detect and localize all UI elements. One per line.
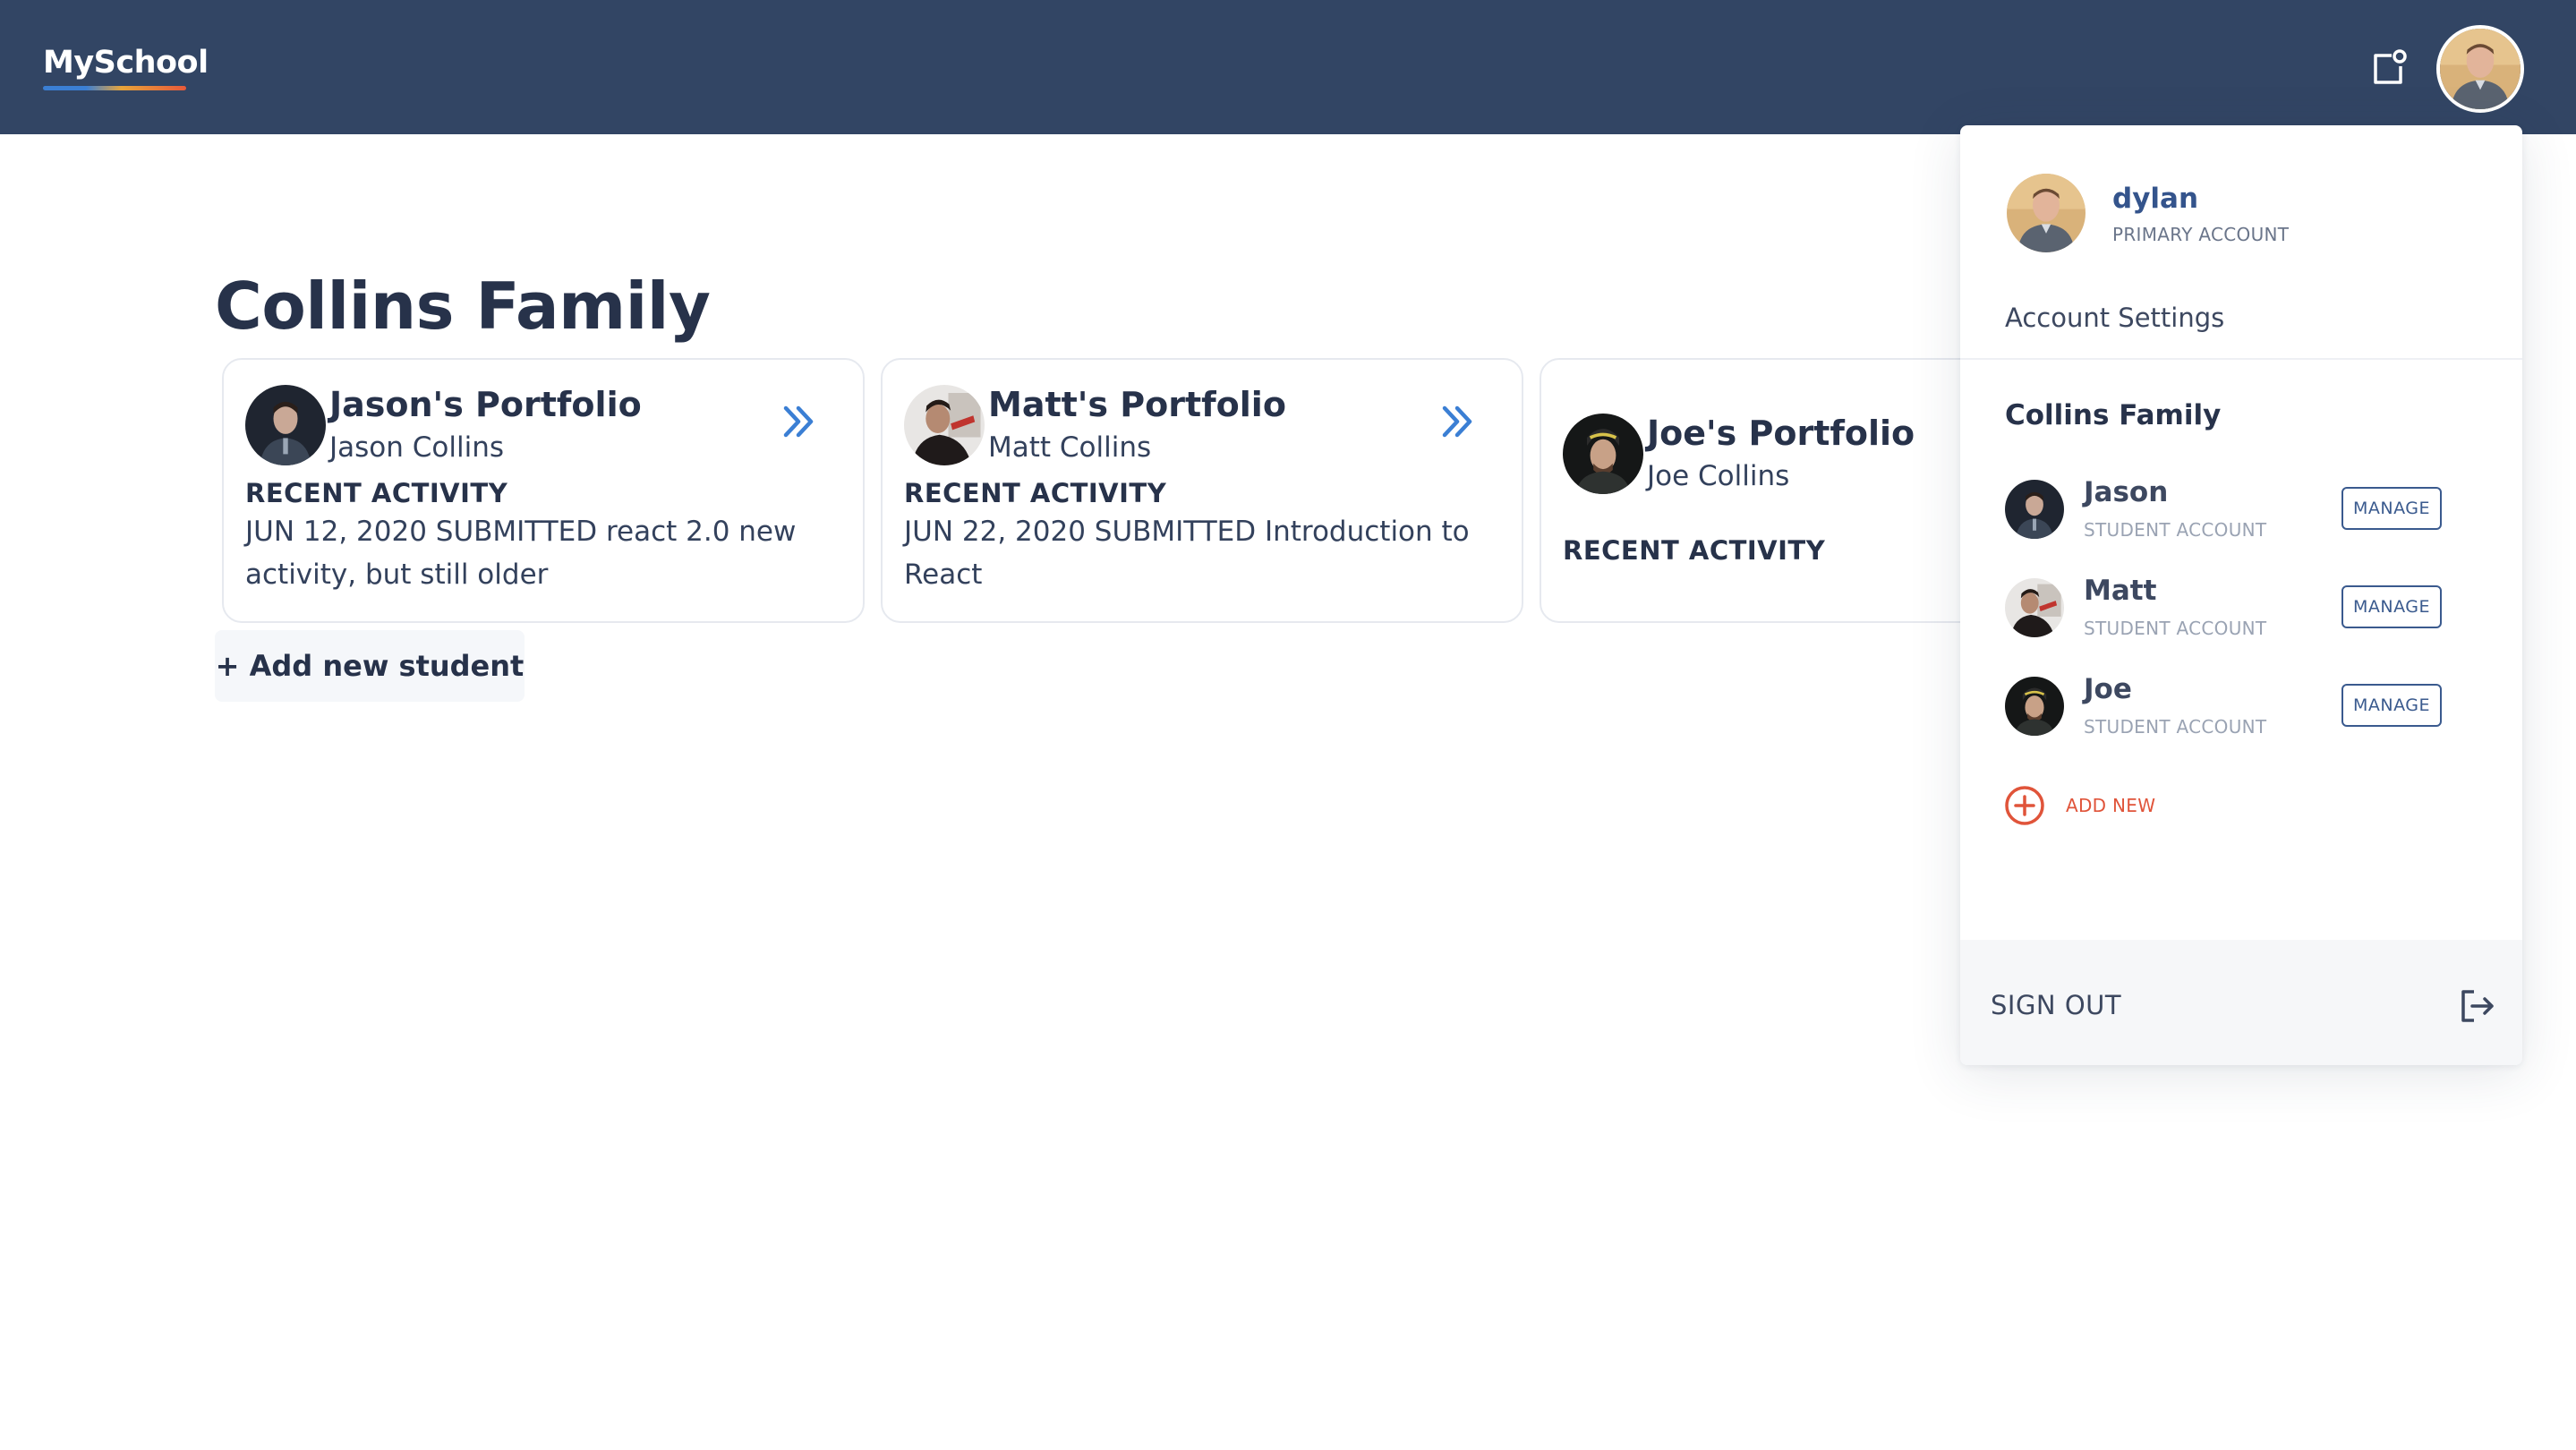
primary-account-name: dylan	[2112, 183, 2199, 215]
family-member-matt: Matt STUDENT ACCOUNT MANAGE	[2005, 575, 2488, 641]
account-settings-link[interactable]: Account Settings	[2005, 303, 2224, 333]
family-heading: Collins Family	[2005, 399, 2222, 431]
student-avatar	[1563, 414, 1643, 494]
add-student-button[interactable]: + Add new student	[215, 630, 525, 702]
member-avatar	[2005, 578, 2064, 637]
chevron-double-right-icon[interactable]	[1439, 403, 1477, 440]
family-member-jason: Jason STUDENT ACCOUNT MANAGE	[2005, 476, 2488, 542]
user-avatar[interactable]	[2436, 25, 2524, 113]
member-avatar	[2005, 677, 2064, 736]
recent-activity-label: RECENT ACTIVITY	[245, 478, 508, 508]
recent-activity-text: JUN 22, 2020 SUBMITTED Introduction to R…	[904, 516, 1470, 591]
recent-activity-text: JUN 12, 2020 SUBMITTED react 2.0 new act…	[245, 516, 797, 591]
manage-button[interactable]: MANAGE	[2341, 684, 2442, 727]
portfolio-title: Matt's Portfolio	[988, 385, 1286, 424]
primary-account-role: PRIMARY ACCOUNT	[2112, 224, 2290, 245]
app-logo[interactable]: MySchool	[43, 45, 209, 81]
portfolio-title: Jason's Portfolio	[329, 385, 642, 424]
member-role: STUDENT ACCOUNT	[2084, 519, 2267, 541]
student-name: Matt Collins	[988, 431, 1152, 464]
sign-out-button[interactable]: SIGN OUT	[1960, 940, 2522, 1065]
top-navigation-bar: MySchool	[0, 0, 2576, 134]
logo-underline	[43, 86, 186, 90]
member-name: Joe	[2084, 673, 2132, 705]
portfolio-card-jason[interactable]: Jason's Portfolio Jason Collins RECENT A…	[222, 358, 865, 623]
manage-button[interactable]: MANAGE	[2341, 487, 2442, 530]
member-name: Jason	[2084, 476, 2169, 508]
add-new-label: ADD NEW	[2066, 795, 2156, 816]
add-new-member-button[interactable]: ADD NEW	[2003, 784, 2272, 829]
manage-button[interactable]: MANAGE	[2341, 585, 2442, 628]
portfolio-card-matt[interactable]: Matt's Portfolio Matt Collins RECENT ACT…	[881, 358, 1523, 623]
recent-activity-label: RECENT ACTIVITY	[1563, 535, 1826, 566]
account-dropdown: dylan PRIMARY ACCOUNT Account Settings C…	[1960, 125, 2522, 1065]
primary-account-avatar	[2007, 174, 2086, 252]
sign-out-icon	[2458, 986, 2497, 1026]
member-name: Matt	[2084, 575, 2157, 607]
student-avatar	[904, 385, 985, 465]
sign-out-label: SIGN OUT	[1991, 990, 2122, 1020]
student-name: Joe Collins	[1647, 460, 1790, 492]
notification-icon[interactable]	[2368, 48, 2408, 88]
family-member-joe: Joe STUDENT ACCOUNT MANAGE	[2005, 673, 2488, 739]
page-title: Collins Family	[215, 269, 711, 344]
member-role: STUDENT ACCOUNT	[2084, 716, 2267, 738]
student-avatar	[245, 385, 326, 465]
plus-circle-icon	[2003, 784, 2046, 827]
student-name: Jason Collins	[329, 431, 505, 464]
member-avatar	[2005, 480, 2064, 539]
chevron-double-right-icon[interactable]	[780, 403, 818, 440]
portfolio-title: Joe's Portfolio	[1647, 414, 1915, 453]
member-role: STUDENT ACCOUNT	[2084, 618, 2267, 639]
divider	[1960, 358, 2522, 360]
recent-activity-label: RECENT ACTIVITY	[904, 478, 1167, 508]
